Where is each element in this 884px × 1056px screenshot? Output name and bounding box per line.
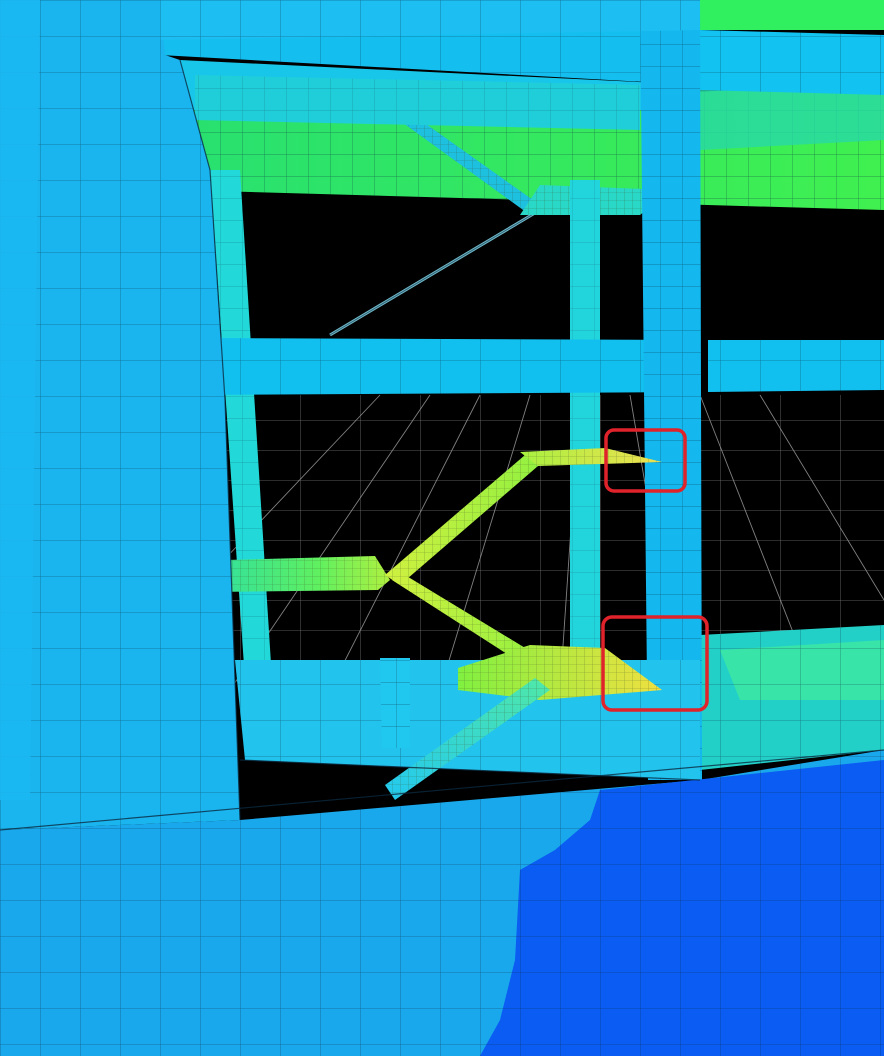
column-mid (570, 180, 600, 670)
fem-3d-viewport[interactable] (0, 0, 884, 1056)
stair-left-landing (212, 556, 390, 592)
right-floor-slab-lower (700, 625, 884, 770)
beam-middle (188, 338, 884, 395)
